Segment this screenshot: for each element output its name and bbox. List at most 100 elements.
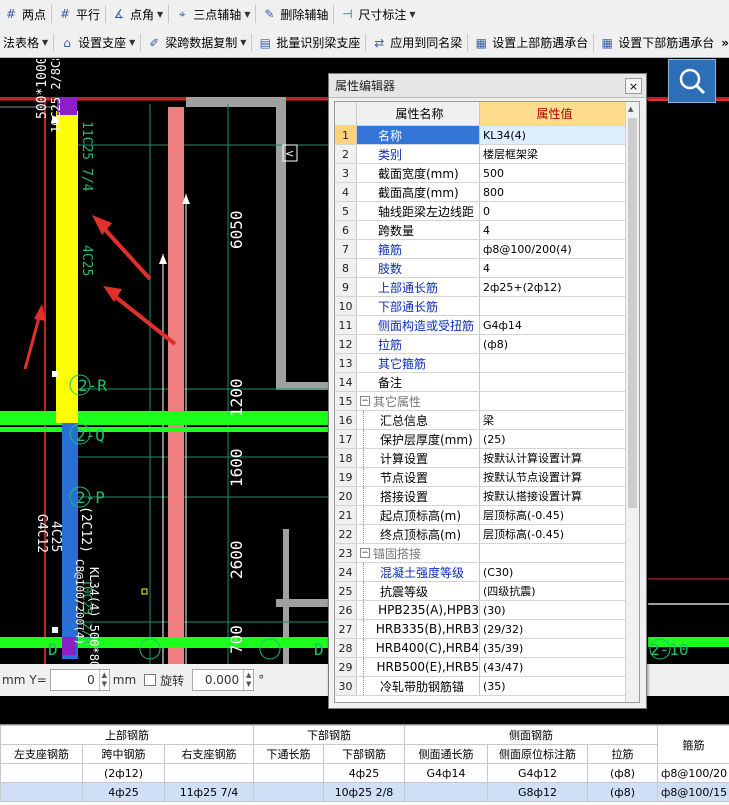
- table-cell[interactable]: [404, 782, 488, 802]
- rotate-spinner[interactable]: ▲ ▼: [243, 670, 253, 690]
- property-row[interactable]: 26 HPB235(A),HPB3 (30): [335, 601, 639, 620]
- property-row[interactable]: 16 汇总信息梁: [335, 411, 639, 430]
- property-row[interactable]: 28 HRB400(C),HRB4 (35/39): [335, 639, 639, 658]
- table-cell[interactable]: G4ф14: [404, 763, 488, 783]
- property-row[interactable]: 17 保护层厚度(mm) (25): [335, 430, 639, 449]
- chevron-down-icon[interactable]: ▼: [157, 10, 163, 19]
- table-cell[interactable]: ф8@100/15: [657, 782, 729, 802]
- set-support-button[interactable]: ⌂ 设置支座 ▼: [56, 32, 138, 54]
- property-row[interactable]: 30 冷轧带肋钢筋锚 (35): [335, 677, 639, 696]
- table-cell[interactable]: [0, 782, 83, 802]
- property-row[interactable]: 20 搭接设置 按默认搭接设置计算: [335, 487, 639, 506]
- property-value[interactable]: 500: [480, 164, 626, 182]
- table-cell[interactable]: 11ф25 7/4: [164, 782, 254, 802]
- parallel-button[interactable]: # 平行: [54, 3, 103, 25]
- table-cell[interactable]: [164, 763, 254, 783]
- property-value[interactable]: 按默认搭接设置计算: [480, 487, 626, 505]
- set-top-bar-button[interactable]: ▦ 设置上部筋遇承台: [470, 32, 591, 54]
- property-value[interactable]: 梁: [480, 411, 626, 429]
- rotate-checkbox[interactable]: [144, 674, 157, 686]
- chevron-down-icon[interactable]: ▼: [244, 10, 250, 19]
- two-point-button[interactable]: # 两点: [0, 3, 49, 25]
- table-cell[interactable]: 4ф25: [82, 782, 165, 802]
- property-row[interactable]: 14 备注: [335, 373, 639, 392]
- property-value[interactable]: (30): [480, 601, 626, 619]
- property-row[interactable]: 5 轴线距梁左边线距 0: [335, 202, 639, 221]
- property-value[interactable]: 0: [480, 202, 626, 220]
- property-row[interactable]: 29 HRB500(E),HRB5 (43/47): [335, 658, 639, 677]
- set-bottom-bar-button[interactable]: ▦ 设置下部筋遇承台: [596, 32, 717, 54]
- property-value[interactable]: (25): [480, 430, 626, 448]
- property-row[interactable]: 11 侧面构造或受扭筋 G4ф14: [335, 316, 639, 335]
- three-point-aux-button[interactable]: ⌖ 三点辅轴 ▼: [171, 3, 253, 25]
- property-value[interactable]: [480, 297, 626, 315]
- property-editor-title[interactable]: 属性编辑器: [329, 74, 646, 98]
- y-input[interactable]: 0 ▲ ▼: [49, 669, 110, 691]
- table-cell[interactable]: (2ф12): [82, 763, 165, 783]
- table-cell[interactable]: [253, 763, 324, 783]
- property-row[interactable]: 3 截面宽度(mm) 500: [335, 164, 639, 183]
- vertical-scrollbar[interactable]: ▲: [625, 102, 639, 702]
- property-value[interactable]: (四级抗震): [480, 582, 626, 600]
- property-value[interactable]: [480, 392, 626, 410]
- table-cell[interactable]: [253, 782, 324, 802]
- property-value[interactable]: 按默认计算设置计算: [480, 449, 626, 467]
- property-value[interactable]: [480, 373, 626, 391]
- method-table-button[interactable]: 法表格 ▼: [0, 32, 51, 54]
- property-row[interactable]: 23− 锚固搭接: [335, 544, 639, 563]
- property-value[interactable]: 层顶标高(-0.45): [480, 506, 626, 524]
- search-button[interactable]: [668, 59, 716, 103]
- property-row[interactable]: 15− 其它属性: [335, 392, 639, 411]
- property-value[interactable]: (43/47): [480, 658, 626, 676]
- batch-identify-button[interactable]: ▤ 批量识别梁支座: [254, 32, 363, 54]
- property-row[interactable]: 9 上部通长筋 2ф25+(2ф12): [335, 278, 639, 297]
- property-value[interactable]: 层顶标高(-0.45): [480, 525, 626, 543]
- scroll-thumb[interactable]: [628, 118, 637, 508]
- property-value[interactable]: 800: [480, 183, 626, 201]
- table-cell[interactable]: ф8@100/20: [657, 763, 729, 783]
- property-row[interactable]: 10 下部通长筋: [335, 297, 639, 316]
- property-row[interactable]: 6 跨数量 4: [335, 221, 639, 240]
- chevron-down-icon[interactable]: ▼: [129, 38, 135, 47]
- property-row[interactable]: 4 截面高度(mm) 800: [335, 183, 639, 202]
- property-value[interactable]: G4ф14: [480, 316, 626, 334]
- property-row[interactable]: 8 肢数 4: [335, 259, 639, 278]
- property-value[interactable]: ф8@100/200(4): [480, 240, 626, 258]
- property-value[interactable]: 按默认节点设置计算: [480, 468, 626, 486]
- property-value[interactable]: (35): [480, 677, 626, 695]
- property-row[interactable]: 22 终点顶标高(m) 层顶标高(-0.45): [335, 525, 639, 544]
- property-row[interactable]: 27 HRB335(B),HRB3 (29/32): [335, 620, 639, 639]
- property-row[interactable]: 19 节点设置 按默认节点设置计算: [335, 468, 639, 487]
- collapse-icon[interactable]: −: [360, 548, 370, 558]
- property-row[interactable]: 18 计算设置 按默认计算设置计算: [335, 449, 639, 468]
- property-row[interactable]: 25 抗震等级 (四级抗震): [335, 582, 639, 601]
- point-angle-button[interactable]: ∡ 点角 ▼: [108, 3, 166, 25]
- property-value[interactable]: [480, 544, 626, 562]
- property-row[interactable]: 7 箍筋 ф8@100/200(4): [335, 240, 639, 259]
- property-value[interactable]: (C30): [480, 563, 626, 581]
- property-row[interactable]: 24 混凝土强度等级 (C30): [335, 563, 639, 582]
- dimension-button[interactable]: ⊣ 尺寸标注 ▼: [336, 3, 418, 25]
- scroll-up-icon[interactable]: ▲: [628, 105, 633, 113]
- property-value[interactable]: KL34(4): [480, 126, 626, 144]
- close-button[interactable]: ×: [625, 78, 642, 94]
- chevron-down-icon[interactable]: ▼: [240, 38, 246, 47]
- chevron-down-icon[interactable]: ▼: [409, 10, 415, 19]
- property-value[interactable]: (35/39): [480, 639, 626, 657]
- table-cell[interactable]: G4ф12: [487, 763, 588, 783]
- property-value[interactable]: 4: [480, 221, 626, 239]
- property-value[interactable]: (ф8): [480, 335, 626, 353]
- property-value[interactable]: (29/32): [480, 620, 626, 638]
- span-copy-button[interactable]: ✐ 梁跨数据复制 ▼: [143, 32, 249, 54]
- property-value[interactable]: 楼层框架梁: [480, 145, 626, 163]
- rotate-input[interactable]: 0.000 ▲ ▼: [192, 669, 255, 691]
- property-row[interactable]: 13 其它箍筋: [335, 354, 639, 373]
- table-row[interactable]: 4ф25 11ф25 7/4 10ф25 2/8 G8ф12 (ф8) ф8@100/15: [0, 782, 729, 802]
- property-row[interactable]: 1 名称 KL34(4): [335, 126, 639, 145]
- property-value[interactable]: 4: [480, 259, 626, 277]
- property-row[interactable]: 12 拉筋 (ф8): [335, 335, 639, 354]
- property-row[interactable]: 21 起点顶标高(m) 层顶标高(-0.45): [335, 506, 639, 525]
- table-cell[interactable]: 4ф25: [323, 763, 405, 783]
- property-row[interactable]: 2 类别 楼层框架梁: [335, 145, 639, 164]
- table-cell[interactable]: G8ф12: [487, 782, 588, 802]
